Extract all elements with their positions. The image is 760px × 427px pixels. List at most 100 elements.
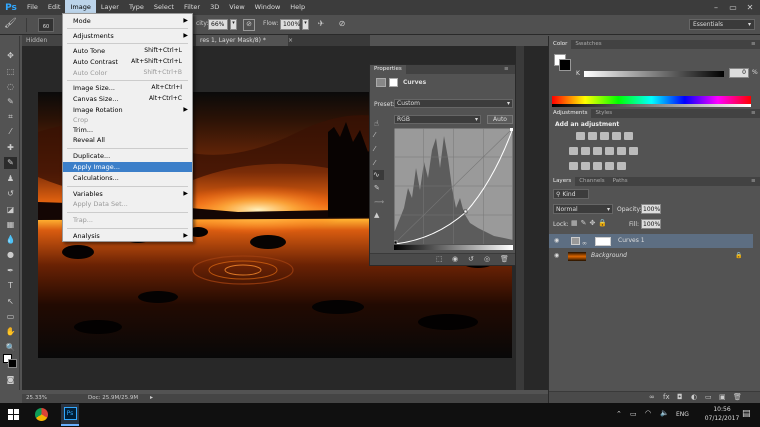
- quick-mask-icon[interactable]: ◙: [4, 374, 17, 386]
- layer-filter-select[interactable]: ⚲ Kind: [553, 189, 589, 199]
- grayscale-ramp[interactable]: [552, 104, 751, 107]
- color-balance-icon[interactable]: [581, 147, 590, 155]
- channel-mixer-icon[interactable]: [617, 147, 626, 155]
- menu-item-analysis[interactable]: Analysis ▶: [63, 231, 192, 241]
- menu-file[interactable]: File: [22, 0, 43, 15]
- layer-row-curves[interactable]: ◉ ∞ Curves 1: [549, 234, 753, 248]
- visibility-eye-icon[interactable]: ◉: [554, 249, 559, 263]
- on-image-adjust-icon[interactable]: ☝: [374, 119, 379, 128]
- trash-icon[interactable]: 🗑: [733, 393, 742, 401]
- type-tool-icon[interactable]: T: [4, 280, 17, 292]
- blur-tool-icon[interactable]: 💧: [4, 234, 17, 246]
- panel-menu-icon[interactable]: ≡: [751, 177, 756, 186]
- menu-item-auto-contrast[interactable]: Auto Contrast Alt+Shift+Ctrl+L: [63, 57, 192, 67]
- history-brush-tool-icon[interactable]: ↺: [4, 188, 17, 200]
- brush-preset-picker[interactable]: 60: [38, 18, 54, 32]
- curves-icon[interactable]: [600, 132, 609, 140]
- new-layer-icon[interactable]: ▣: [719, 393, 726, 401]
- hue-saturation-icon[interactable]: [569, 147, 578, 155]
- brush-tool-icon[interactable]: ✎: [4, 157, 17, 169]
- panel-menu-icon[interactable]: ≡: [751, 109, 756, 118]
- minimize-icon[interactable]: –: [708, 0, 724, 15]
- curve-edit-icon[interactable]: ∿: [373, 170, 384, 180]
- dodge-tool-icon[interactable]: ●: [4, 249, 17, 261]
- black-white-icon[interactable]: [593, 147, 602, 155]
- color-lookup-icon[interactable]: [629, 147, 638, 155]
- opacity-input[interactable]: 66%: [208, 19, 228, 30]
- chrome-icon[interactable]: [35, 408, 48, 421]
- clock-time[interactable]: 10:56: [706, 406, 738, 413]
- tray-up-arrow-icon[interactable]: ⌃: [616, 410, 622, 418]
- gradient-map-icon[interactable]: [617, 162, 626, 170]
- tab-channels[interactable]: Channels: [575, 177, 608, 186]
- clip-to-layer-icon[interactable]: ⬚: [436, 255, 443, 263]
- menu-3d[interactable]: 3D: [205, 0, 224, 15]
- color-bg-swatch[interactable]: [559, 59, 571, 71]
- move-tool-icon[interactable]: ✥: [4, 50, 17, 62]
- color-spectrum[interactable]: [552, 96, 751, 104]
- pressure-opacity-icon[interactable]: ⊘: [243, 19, 255, 31]
- windows-start-icon[interactable]: [8, 409, 19, 420]
- pencil-draw-icon[interactable]: ✎: [374, 184, 380, 192]
- flow-dropdown-icon[interactable]: ▾: [302, 19, 309, 30]
- close-icon[interactable]: ✕: [742, 0, 758, 15]
- eyedropper-black-icon[interactable]: ⁄: [374, 131, 375, 139]
- visibility-eye-icon[interactable]: ◎: [484, 255, 490, 263]
- menu-item-image-rotation[interactable]: Image Rotation ▶: [63, 105, 192, 115]
- k-value-input[interactable]: 0: [729, 68, 749, 78]
- menu-item-trim[interactable]: Trim...: [63, 125, 192, 135]
- panel-menu-icon[interactable]: ≡: [504, 65, 509, 74]
- trash-icon[interactable]: 🗑: [500, 255, 509, 263]
- menu-item-trap[interactable]: Trap...: [63, 215, 192, 225]
- menu-item-mode[interactable]: Mode ▶: [63, 16, 192, 26]
- posterize-icon[interactable]: [581, 162, 590, 170]
- eyedropper-white-icon[interactable]: ⁄: [374, 159, 375, 167]
- layer-mask-thumb[interactable]: [595, 237, 611, 246]
- layer-opacity-input[interactable]: 100%: [641, 204, 661, 214]
- airbrush-icon[interactable]: ✈: [315, 19, 327, 31]
- menu-item-apply-image[interactable]: Apply Image...: [63, 162, 192, 172]
- path-select-tool-icon[interactable]: ↖: [4, 296, 17, 308]
- language-indicator[interactable]: ENG: [676, 411, 689, 418]
- lasso-tool-icon[interactable]: ◌: [4, 81, 17, 93]
- menu-window[interactable]: Window: [250, 0, 286, 15]
- layer-mask-icon[interactable]: [389, 78, 398, 87]
- menu-help[interactable]: Help: [285, 0, 310, 15]
- properties-scrollbar[interactable]: [516, 115, 520, 195]
- lock-options-icons[interactable]: ▦✎✥🔒: [571, 219, 610, 227]
- clock-date[interactable]: 07/12/2017: [704, 415, 740, 422]
- threshold-icon[interactable]: [593, 162, 602, 170]
- shape-tool-icon[interactable]: ▭: [4, 311, 17, 323]
- eyedropper-tool-icon[interactable]: ⁄: [4, 126, 17, 138]
- tab-color[interactable]: Color: [549, 40, 572, 49]
- menu-item-image-size[interactable]: Image Size... Alt+Ctrl+I: [63, 83, 192, 93]
- menu-item-variables[interactable]: Variables ▶: [63, 189, 192, 199]
- brightness-contrast-icon[interactable]: [576, 132, 585, 140]
- taskbar-photoshop[interactable]: Ps: [61, 404, 79, 426]
- menu-view[interactable]: View: [224, 0, 249, 15]
- gradient-tool-icon[interactable]: ▦: [4, 219, 17, 231]
- selective-color-icon[interactable]: [605, 162, 614, 170]
- menu-item-auto-tone[interactable]: Auto Tone Shift+Ctrl+L: [63, 46, 192, 56]
- preset-select[interactable]: Custom ▾: [394, 99, 513, 108]
- tab-styles[interactable]: Styles: [591, 109, 616, 118]
- new-adjustment-icon[interactable]: ◐: [691, 393, 697, 401]
- status-arrow-icon[interactable]: ▸: [150, 394, 153, 401]
- invert-icon[interactable]: [569, 162, 578, 170]
- visibility-eye-icon[interactable]: ◉: [554, 234, 559, 248]
- pen-tool-icon[interactable]: ✒: [4, 265, 17, 277]
- close-tab-icon[interactable]: ×: [288, 35, 293, 46]
- auto-button[interactable]: Auto: [487, 115, 513, 124]
- smooth-curve-icon[interactable]: ⟿: [374, 198, 384, 206]
- folder-icon[interactable]: ▭: [705, 393, 712, 401]
- volume-icon[interactable]: 🔈: [660, 409, 669, 417]
- notification-icon[interactable]: ▤: [742, 409, 751, 419]
- crop-tool-icon[interactable]: ⌗: [4, 111, 17, 123]
- background-color-swatch[interactable]: [8, 359, 17, 368]
- hand-tool-icon[interactable]: ✋: [4, 326, 17, 338]
- panel-menu-icon[interactable]: ≡: [751, 40, 756, 49]
- levels-icon[interactable]: [588, 132, 597, 140]
- quick-select-tool-icon[interactable]: ✎: [4, 96, 17, 108]
- view-previous-icon[interactable]: ◉: [452, 255, 458, 263]
- zoom-level[interactable]: 25.33%: [26, 395, 47, 401]
